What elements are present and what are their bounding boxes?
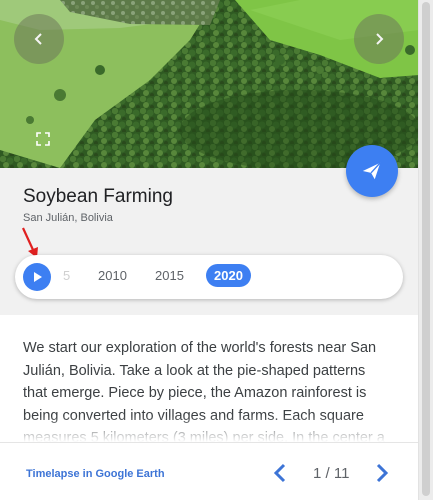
send-icon <box>362 162 381 180</box>
story-description: We start our exploration of the world's … <box>0 315 419 442</box>
scrollbar-thumb[interactable] <box>422 2 430 496</box>
scrollbar[interactable] <box>418 0 433 500</box>
forest-aerial-image <box>0 0 419 168</box>
story-location: San Julián, Bolivia <box>23 212 113 224</box>
chevron-left-icon <box>34 33 42 45</box>
year-option-2010[interactable]: 2010 <box>98 268 127 283</box>
year-timeline: 5 2010 2015 2020 <box>15 255 403 299</box>
story-panel: Soybean Farming San Julián, Bolivia 5 20… <box>0 0 419 500</box>
chevron-right-icon <box>376 33 384 45</box>
previous-image-button[interactable] <box>14 14 64 64</box>
footer-bar: Timelapse in Google Earth 1 / 11 <box>0 442 419 500</box>
year-option-2015[interactable]: 2015 <box>155 268 184 283</box>
play-icon <box>34 272 42 282</box>
next-image-button[interactable] <box>354 14 404 64</box>
year-option-selected[interactable]: 2020 <box>206 264 251 287</box>
chevron-left-icon[interactable] <box>272 463 288 483</box>
chevron-right-icon[interactable] <box>374 463 390 483</box>
share-button[interactable] <box>346 145 398 197</box>
page-indicator: 1 / 11 <box>313 465 350 482</box>
play-button[interactable] <box>23 263 51 291</box>
text-fade <box>0 416 419 442</box>
story-title: Soybean Farming <box>23 186 173 207</box>
timelapse-link[interactable]: Timelapse in Google Earth <box>26 468 165 480</box>
fullscreen-icon[interactable] <box>36 132 50 146</box>
satellite-photo <box>0 0 419 168</box>
year-option[interactable]: 5 <box>63 268 70 283</box>
